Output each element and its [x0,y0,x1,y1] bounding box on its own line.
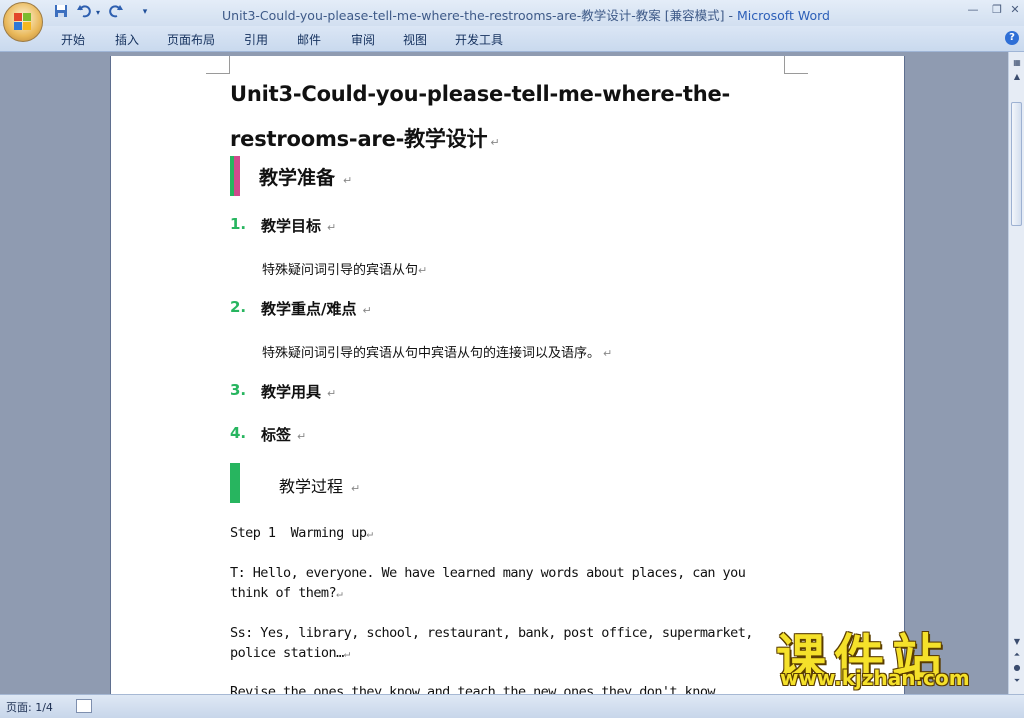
students-line-1: Ss: Yes, library, school, restaurant, ba… [230,625,753,641]
paragraph-mark-icon: ↵ [297,430,307,443]
tab-review[interactable]: 审阅 [351,31,375,48]
list-number: 2. [230,298,247,316]
crop-mark-right [784,56,808,74]
vertical-scrollbar[interactable]: ▦ ▲ ▼ ⏶ ● ⏷ [1008,52,1024,694]
teacher-line-2: think of them?↵ [230,585,343,601]
paragraph-text: 特殊疑问词引导的宾语从句 [262,263,419,278]
doc-title-line-2: restrooms-are-教学设计 ↵ [230,123,500,153]
section-bar-accent [234,156,240,196]
teacher-line-1: T: Hello, everyone. We have learned many… [230,565,746,581]
document-title: Unit3-Could-you-please-tell-me-where-the… [222,8,725,23]
document-workspace [0,52,1008,694]
paragraph-mark-icon: ↵ [362,304,372,317]
list-item-tags: 标签 ↵ [261,424,306,445]
paragraph-key-points: 特殊疑问词引导的宾语从句中宾语从句的连接词以及语序。 ↵ [262,342,612,361]
step-heading: Step 1 Warming up↵ [230,525,373,541]
scroll-down-icon[interactable]: ▼ [1012,637,1022,647]
ribbon-tabs: 开始 插入 页面布局 引用 邮件 审阅 视图 开发工具 [0,26,1024,52]
app-name: Microsoft Word [736,8,830,23]
doc-title-line-1: Unit3-Could-you-please-tell-me-where-the… [230,82,731,106]
office-button[interactable] [3,2,43,42]
window-title: Unit3-Could-you-please-tell-me-where-the… [222,5,830,24]
tab-view[interactable]: 视图 [403,31,427,48]
list-item-label: 教学用具 [261,383,322,401]
undo-dropdown-icon[interactable]: ▾ [94,4,102,21]
step-heading-text: Step 1 Warming up [230,525,367,541]
section-heading-preparation-text: 教学准备 [259,167,336,189]
paragraph-mark-icon: ↵ [351,482,361,495]
tab-insert[interactable]: 插入 [115,31,139,48]
students-line-2-text: police station… [230,645,344,661]
title-separator: - [724,8,737,23]
customize-icon[interactable]: ▾ [140,4,150,21]
browse-object-icon[interactable]: ● [1012,663,1022,673]
paragraph-text: 特殊疑问词引导的宾语从句中宾语从句的连接词以及语序。 [262,346,601,361]
help-icon[interactable]: ? [1005,31,1019,45]
watermark-logo: 课件站 www.kjzhan.com [776,618,1008,694]
paragraph-mark-icon: ↵ [327,387,337,400]
paragraph-mark-icon: ↵ [336,587,343,600]
undo-icon[interactable] [76,4,92,21]
section-heading-process: 教学过程 ↵ [279,473,360,497]
page-count[interactable]: 页面: 1/4 [6,699,53,715]
students-line-2: police station…↵ [230,645,350,661]
section-heading-process-text: 教学过程 [279,477,344,496]
status-bar: 页面: 1/4 [0,694,1024,718]
paragraph-mark-icon: ↵ [366,527,373,540]
prev-page-icon[interactable]: ⏶ [1012,650,1022,660]
ruler-toggle-icon[interactable]: ▦ [1012,58,1022,68]
list-item-materials: 教学用具 ↵ [261,381,336,402]
doc-title-line-2-text: restrooms-are-教学设计 [230,127,488,151]
list-item-key-points: 教学重点/难点 ↵ [261,298,372,319]
paragraph-mark-icon: ↵ [327,221,337,234]
paragraph-mark-icon: ↵ [490,136,500,149]
save-icon[interactable] [53,4,69,21]
next-page-icon[interactable]: ⏷ [1012,676,1022,686]
paragraph-objectives: 特殊疑问词引导的宾语从句↵ [262,259,427,278]
tab-references[interactable]: 引用 [244,31,268,48]
tab-page-layout[interactable]: 页面布局 [167,31,215,48]
paragraph-mark-icon: ↵ [343,174,353,187]
list-number: 1. [230,215,247,233]
watermark-url: www.kjzhan.com [780,666,970,690]
tab-developer[interactable]: 开发工具 [455,31,503,48]
paragraph-mark-icon: ↵ [343,647,351,660]
scroll-thumb[interactable] [1011,102,1022,226]
list-item-objectives: 教学目标 ↵ [261,215,336,236]
paragraph-mark-icon: ↵ [603,347,613,360]
minimize-icon[interactable]: — [966,3,980,17]
crop-mark-left [206,56,230,74]
tab-home[interactable]: 开始 [61,31,85,48]
teacher-line-2-text: think of them? [230,585,337,601]
tab-mailings[interactable]: 邮件 [297,31,321,48]
list-item-label: 教学重点/难点 [261,300,357,318]
office-logo-icon [14,13,32,31]
close-icon[interactable]: ✕ [1008,3,1022,17]
proofing-icon[interactable] [76,699,92,713]
section-bar-icon [230,463,240,503]
redo-icon[interactable] [108,4,124,21]
title-bar: ▾ ▾ Unit3-Could-you-please-tell-me-where… [0,0,1024,42]
list-number: 3. [230,381,247,399]
restore-icon[interactable]: ❐ [990,3,1004,17]
partial-line: Revise the ones they know and teach the … [230,684,723,694]
scroll-up-icon[interactable]: ▲ [1012,72,1022,82]
list-number: 4. [230,424,247,442]
paragraph-mark-icon: ↵ [418,264,428,277]
list-item-label: 教学目标 [261,217,322,235]
section-heading-preparation: 教学准备 ↵ [259,163,352,190]
list-item-label: 标签 [261,426,292,444]
